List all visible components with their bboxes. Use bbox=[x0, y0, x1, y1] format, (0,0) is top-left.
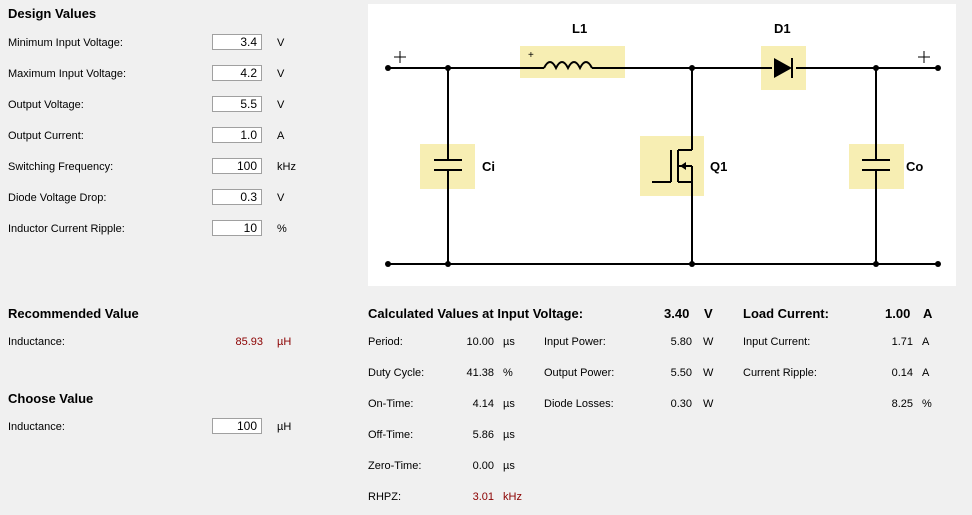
input-current-value: 1.71 bbox=[891, 336, 913, 348]
duty-cycle-label: Duty Cycle: bbox=[368, 367, 425, 379]
output-voltage-unit: V bbox=[277, 99, 285, 111]
on-time-label: On-Time: bbox=[368, 398, 414, 410]
diode-voltage-drop-label: Diode Voltage Drop: bbox=[8, 192, 107, 204]
diode-losses-value: 0.30 bbox=[670, 398, 692, 410]
period-unit: µs bbox=[503, 336, 515, 348]
ripple-percent-value: 8.25 bbox=[891, 398, 913, 410]
inductor-polarity-plus: + bbox=[528, 50, 534, 61]
switching-frequency-field[interactable]: 100 bbox=[212, 158, 262, 174]
off-time-unit: µs bbox=[503, 429, 515, 441]
output-power-label: Output Power: bbox=[544, 367, 615, 379]
min-input-voltage-field[interactable]: 3.4 bbox=[212, 34, 262, 50]
input-power-label: Input Power: bbox=[544, 336, 606, 348]
rhpz-value: 3.01 bbox=[472, 491, 494, 503]
inductor-current-ripple-label: Inductor Current Ripple: bbox=[8, 223, 125, 235]
junction-dot bbox=[689, 65, 695, 71]
junction-dot bbox=[385, 261, 391, 267]
mosfet-q1-label: Q1 bbox=[710, 159, 728, 174]
diode-voltage-drop-field[interactable]: 0.3 bbox=[212, 189, 262, 205]
off-time-value: 5.86 bbox=[472, 429, 494, 441]
junction-dot bbox=[935, 261, 941, 267]
recommended-inductance-value: 85.93 bbox=[235, 336, 263, 348]
junction-dot bbox=[935, 65, 941, 71]
junction-dot bbox=[445, 261, 451, 267]
zero-time-value: 0.00 bbox=[472, 460, 494, 472]
choose-inductance-label: Inductance: bbox=[8, 421, 65, 433]
max-input-voltage-field[interactable]: 4.2 bbox=[212, 65, 262, 81]
calculated-values-title: Calculated Values at Input Voltage: bbox=[368, 306, 584, 321]
output-power-value: 5.50 bbox=[670, 367, 692, 379]
max-input-voltage-unit: V bbox=[277, 68, 285, 80]
zero-time-label: Zero-Time: bbox=[368, 460, 422, 472]
recommended-inductance-label: Inductance: bbox=[8, 336, 65, 348]
recommended-value-title: Recommended Value bbox=[8, 306, 139, 321]
capacitor-co-label: Co bbox=[906, 159, 924, 174]
diode-losses-label: Diode Losses: bbox=[544, 398, 614, 410]
load-current-title: Load Current: bbox=[743, 306, 829, 321]
junction-dot bbox=[385, 65, 391, 71]
input-current-label: Input Current: bbox=[743, 336, 811, 348]
output-voltage-field[interactable]: 5.5 bbox=[212, 96, 262, 112]
calc-input-voltage-unit: V bbox=[704, 306, 713, 321]
junction-dot bbox=[873, 261, 879, 267]
zero-time-unit: µs bbox=[503, 460, 515, 472]
current-ripple-unit: A bbox=[922, 367, 930, 379]
choose-value-title: Choose Value bbox=[8, 391, 94, 406]
max-input-voltage-label: Maximum Input Voltage: bbox=[8, 68, 127, 80]
load-current-unit: A bbox=[923, 306, 933, 321]
current-ripple-value: 0.14 bbox=[891, 367, 913, 379]
current-ripple-label: Current Ripple: bbox=[743, 367, 817, 379]
on-time-unit: µs bbox=[503, 398, 515, 410]
inductor-l1-label: L1 bbox=[572, 21, 588, 36]
inductor-current-ripple-unit: % bbox=[277, 223, 287, 235]
input-power-value: 5.80 bbox=[670, 336, 692, 348]
ripple-percent-unit: % bbox=[922, 398, 932, 410]
switching-frequency-unit: kHz bbox=[277, 161, 296, 173]
choose-inductance-field[interactable]: 100 bbox=[212, 418, 262, 434]
rhpz-unit: kHz bbox=[503, 491, 522, 503]
output-current-unit: A bbox=[277, 130, 285, 142]
output-voltage-label: Output Voltage: bbox=[8, 99, 84, 111]
design-values-title: Design Values bbox=[8, 6, 97, 21]
off-time-label: Off-Time: bbox=[368, 429, 414, 441]
period-label: Period: bbox=[368, 336, 403, 348]
calc-input-voltage-value: 3.40 bbox=[664, 306, 690, 321]
min-input-voltage-unit: V bbox=[277, 37, 285, 49]
switching-frequency-label: Switching Frequency: bbox=[8, 161, 114, 173]
junction-dot bbox=[445, 65, 451, 71]
output-current-label: Output Current: bbox=[8, 130, 84, 142]
diode-d1-label: D1 bbox=[774, 21, 791, 36]
schematic-svg bbox=[385, 46, 941, 267]
output-power-unit: W bbox=[703, 367, 714, 379]
diode-losses-unit: W bbox=[703, 398, 714, 410]
inductor-current-ripple-field[interactable]: 10 bbox=[212, 220, 262, 236]
junction-dot bbox=[689, 261, 695, 267]
on-time-value: 4.14 bbox=[472, 398, 494, 410]
diode-voltage-drop-unit: V bbox=[277, 192, 285, 204]
input-current-unit: A bbox=[922, 336, 930, 348]
duty-cycle-value: 41.38 bbox=[466, 367, 494, 379]
input-power-unit: W bbox=[703, 336, 714, 348]
duty-cycle-unit: % bbox=[503, 367, 513, 379]
capacitor-ci-label: Ci bbox=[482, 159, 495, 174]
choose-inductance-unit: µH bbox=[277, 421, 292, 433]
min-input-voltage-label: Minimum Input Voltage: bbox=[8, 37, 123, 49]
junction-dot bbox=[873, 65, 879, 71]
rhpz-label: RHPZ: bbox=[368, 491, 401, 503]
load-current-value: 1.00 bbox=[885, 306, 911, 321]
boost-converter-schematic: L1 D1 Ci Q1 Co + bbox=[368, 4, 956, 286]
period-value: 10.00 bbox=[466, 336, 494, 348]
output-current-field[interactable]: 1.0 bbox=[212, 127, 262, 143]
recommended-inductance-unit: µH bbox=[277, 336, 292, 348]
